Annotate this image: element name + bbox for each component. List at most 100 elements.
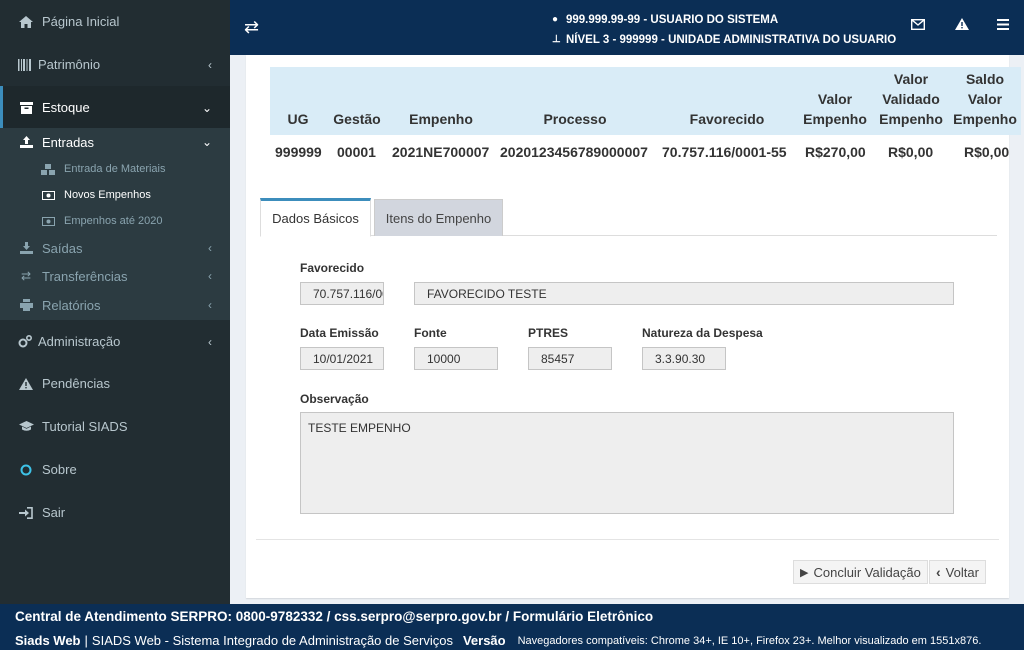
menu-icon[interactable] (997, 17, 1009, 34)
cell-favorecido: 70.757.116/0001-55 (662, 144, 787, 160)
col-label: Saldo (965, 71, 1005, 87)
sidebar-item-relatorios[interactable]: Relatórios ‹ (0, 291, 230, 319)
gears-icon (18, 335, 32, 348)
print-icon (16, 299, 36, 311)
col-label: Valor (893, 71, 929, 87)
chevron-left-icon: ‹ (208, 334, 212, 349)
col-ug: UG (287, 111, 309, 127)
box-icon (16, 101, 36, 114)
sidebar-item-patrimonio[interactable]: Patrimônio ‹ (0, 43, 230, 86)
sidebar-item-empenhos-2020[interactable]: Empenhos até 2020 (0, 208, 230, 234)
sidebar-item-label: Relatórios (42, 297, 101, 313)
natureza-label: Natureza da Despesa (642, 326, 763, 340)
envelope-icon[interactable] (910, 17, 926, 34)
sidebar-item-estoque[interactable]: Estoque ⌄ (0, 86, 230, 129)
button-label: Voltar (945, 564, 979, 580)
ptres-field[interactable]: 85457 (528, 347, 612, 370)
sidebar-item-entradas[interactable]: Entradas ⌄ (0, 128, 230, 156)
col-saldo: Saldo Valor Empenho (952, 69, 1018, 129)
observacao-field[interactable]: TESTE EMPENHO (300, 412, 954, 514)
browser-compat: Navegadores compatíveis: Chrome 34+, IE … (517, 634, 982, 647)
data-emissao-label: Data Emissão (300, 326, 379, 340)
estoque-submenu: Entradas ⌄ Entrada de Materiais Novos Em… (0, 128, 230, 320)
fonte-field[interactable]: 10000 (414, 347, 498, 370)
cell-valor-validado: R$0,00 (888, 144, 934, 160)
favorecido-nome-field[interactable]: FAVORECIDO TESTE (414, 282, 954, 305)
system-line: Siads Web | SIADS Web - Sistema Integrad… (15, 633, 981, 648)
graduation-cap-icon (16, 421, 36, 432)
col-label: Validado (882, 91, 940, 107)
chevron-down-icon: ⌄ (201, 135, 212, 149)
fonte-label: Fonte (414, 326, 447, 340)
tab-itens-empenho[interactable]: Itens do Empenho (374, 199, 503, 236)
home-icon (16, 15, 36, 28)
sidebar-item-sobre[interactable]: Sobre (0, 448, 230, 491)
cubes-icon (40, 163, 56, 175)
observacao-label: Observação (300, 392, 369, 406)
sidebar-item-saidas[interactable]: Saídas ‹ (0, 234, 230, 262)
user-info: ● 999.999.99-99 - USUARIO DO SISTEMA ⊥ NÍV… (552, 10, 896, 50)
upload-icon (16, 136, 36, 148)
cell-saldo: R$0,00 (964, 144, 1010, 160)
version-label: Versão (462, 633, 506, 648)
sidebar-item-label: Pendências (42, 376, 110, 391)
sidebar-item-novos-empenhos[interactable]: Novos Empenhos (0, 182, 230, 208)
sidebar-item-label: Patrimônio (38, 57, 101, 72)
user-line: 999.999.99-99 - USUARIO DO SISTEMA (566, 14, 779, 26)
ptres-label: PTRES (528, 326, 569, 340)
data-emissao-field[interactable]: 10/01/2021 (300, 347, 384, 370)
sidebar-item-label: Sair (42, 505, 66, 520)
sidebar-item-entrada-materiais[interactable]: Entrada de Materiais (0, 156, 230, 182)
concluir-validacao-button[interactable]: ▶ Concluir Validação (793, 560, 928, 584)
sidebar-item-label: Entrada de Materiais (64, 163, 166, 175)
empenho-panel: UG Gestão Empenho Processo Favorecido Va… (246, 55, 1021, 598)
favorecido-cnpj-field[interactable]: 70.757.116/0001-55 (300, 282, 384, 305)
voltar-button[interactable]: ‹ Voltar (929, 560, 986, 584)
tab-bar: Dados Básicos Itens do Empenho (260, 198, 997, 237)
sidebar-item-tutorial[interactable]: Tutorial SIADS (0, 405, 230, 448)
user-icon: ● (552, 14, 559, 25)
sidebar-item-sair[interactable]: Sair (0, 491, 230, 534)
col-gestao: Gestão (333, 111, 381, 127)
sitemap-icon: ⊥ (552, 34, 561, 45)
play-icon: ▶ (800, 566, 809, 579)
chevron-left-icon: ‹ (936, 564, 941, 580)
col-label: Valor (967, 91, 1003, 107)
top-header: ⇄ ● 999.999.99-99 - USUARIO DO SISTEMA ⊥ N… (230, 0, 1024, 55)
unit-line: NÍVEL 3 - 999999 - UNIDADE ADMINISTRATIV… (566, 34, 897, 46)
chevron-left-icon: ‹ (208, 298, 212, 312)
footer: Central de Atendimento SERPRO: 0800-9782… (0, 604, 1024, 650)
sidebar-item-label: Saídas (42, 240, 83, 256)
sidebar-item-label: Estoque (42, 100, 90, 115)
separator: | (84, 633, 88, 648)
divider (256, 539, 999, 540)
col-label: Empenho (879, 111, 943, 127)
sidebar-item-home[interactable]: Página Inicial (0, 0, 230, 43)
sidebar-item-label: Entradas (42, 134, 95, 150)
sidebar-item-administracao[interactable]: Administração ‹ (0, 320, 230, 363)
cell-valor-empenho: R$270,00 (805, 144, 866, 160)
col-empenho: Empenho (409, 111, 473, 127)
sidebar-item-label: Transferências (42, 268, 128, 284)
warning-icon[interactable] (955, 17, 969, 34)
support-line: Central de Atendimento SERPRO: 0800-9782… (15, 609, 654, 624)
sign-in-icon (16, 506, 36, 519)
tab-dados-basicos[interactable]: Dados Básicos (260, 198, 371, 237)
sidebar-item-label: Novos Empenhos (64, 189, 151, 201)
circle-icon (16, 464, 36, 476)
col-label: Empenho (953, 111, 1017, 127)
col-valor-empenho: Valor Empenho (800, 89, 870, 129)
chevron-down-icon: ⌄ (201, 100, 212, 115)
sidebar-toggle-icon[interactable]: ⇄ (244, 17, 259, 38)
chevron-left-icon: ‹ (208, 57, 212, 72)
sidebar: Página Inicial Patrimônio ‹ Estoque ⌄ En… (0, 0, 230, 604)
download-icon (16, 242, 36, 254)
sidebar-item-pendencias[interactable]: Pendências (0, 362, 230, 405)
natureza-field[interactable]: 3.3.90.30 (642, 347, 726, 370)
warning-icon (16, 377, 36, 390)
cell-ug: 999999 (275, 144, 322, 160)
sidebar-item-transferencias[interactable]: ⇄ Transferências ‹ (0, 262, 230, 290)
cell-empenho: 2021NE700007 (392, 144, 490, 160)
chevron-left-icon: ‹ (208, 269, 212, 283)
favorecido-label: Favorecido (300, 261, 365, 275)
